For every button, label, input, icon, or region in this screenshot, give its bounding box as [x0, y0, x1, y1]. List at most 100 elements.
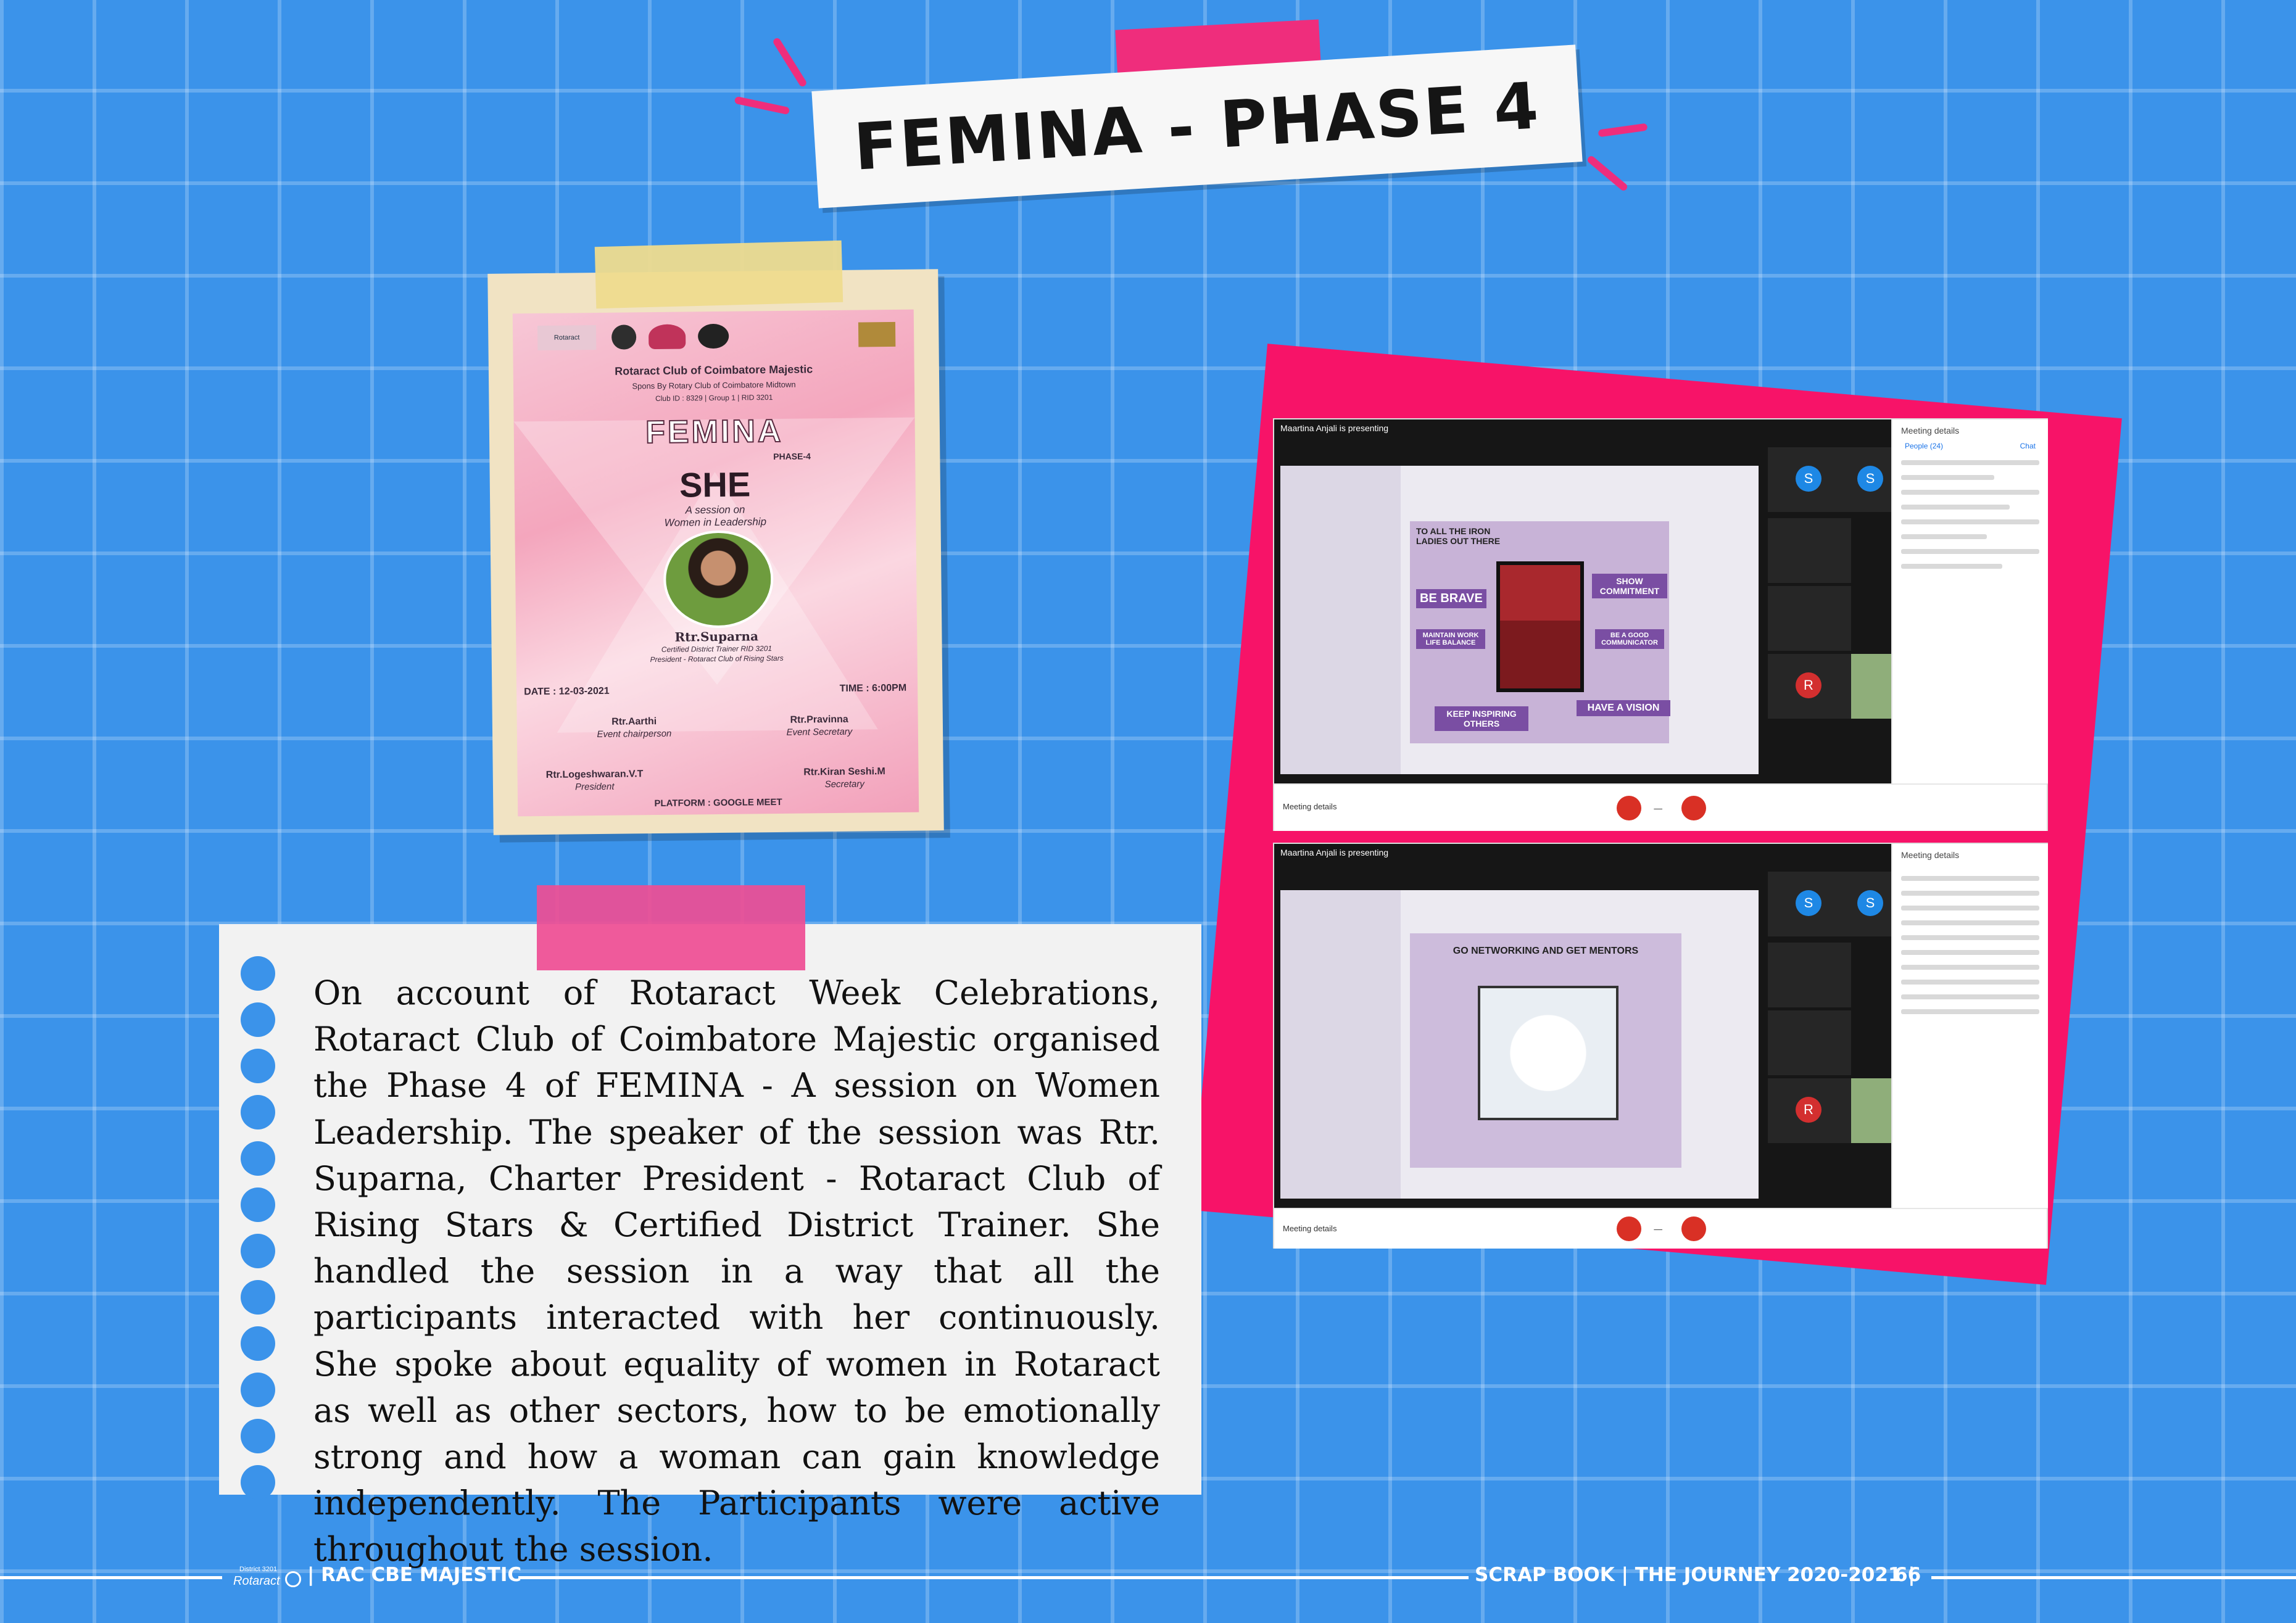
meet-control-bar: Meeting details ⏤	[1274, 1208, 2047, 1249]
participant-tile: S	[1851, 447, 1891, 512]
title-banner: FEMINA - PHASE 4	[811, 44, 1583, 209]
slide-content: GO NETWORKING AND GET MENTORS	[1410, 933, 1681, 1168]
chat-message	[1901, 505, 2010, 510]
anniversary-logo	[858, 321, 896, 347]
participant-video	[1851, 1078, 1891, 1143]
poster-president-name: Rtr.Logeshwaran.V.T	[545, 769, 644, 780]
footer-rule-right	[1931, 1576, 2296, 1579]
participant-tile	[1768, 518, 1851, 583]
binder-hole	[241, 1326, 275, 1361]
participant-tile: R	[1768, 654, 1851, 719]
participant-tile: S	[1768, 872, 1851, 936]
shared-slide: TO ALL THE IRON LADIES OUT THERE BE BRAV…	[1280, 466, 1759, 774]
panel-title: Meeting details	[1901, 850, 1960, 860]
chat-message	[1901, 519, 2039, 524]
binder-hole	[241, 1234, 275, 1268]
chat-message	[1901, 564, 2002, 569]
meet-stage: Maartina Anjali is presenting TO ALL THE…	[1274, 419, 1891, 783]
avatar: S	[1857, 466, 1883, 492]
meeting-details-panel: Meeting details	[1891, 844, 2048, 1208]
binder-hole	[241, 1465, 275, 1500]
event-poster: Rotaract Rotaract Club of Coimbatore Maj…	[512, 309, 919, 817]
meet-control-bar: Meeting details ⏤	[1274, 783, 2047, 831]
slide-heading: GO NETWORKING AND GET MENTORS	[1453, 946, 1639, 956]
binder-hole	[241, 956, 275, 991]
poster-event-name: FEMINA	[645, 413, 784, 451]
slide-thumbnails	[1280, 466, 1401, 774]
meet-screenshot-2: Maartina Anjali is presenting GO NETWORK…	[1274, 844, 2048, 1249]
participant-row	[1901, 920, 2039, 925]
article-tape	[537, 885, 805, 970]
article-body: On account of Rotaract Week Celebrations…	[313, 973, 1160, 1569]
meeting-details-link[interactable]: Meeting details	[1283, 1224, 1337, 1233]
page-number: 66	[1894, 1564, 1921, 1586]
participant-tile	[1768, 1010, 1851, 1075]
hangup-icon[interactable]: ⏤	[1654, 1223, 1662, 1236]
poster-platform: PLATFORM : GOOGLE MEET	[654, 796, 782, 809]
poster-club-secretary-role: Secretary	[824, 778, 864, 790]
chat-message	[1901, 490, 2039, 495]
participant-tile	[1768, 943, 1851, 1007]
poster-secretary-role: Event Secretary	[786, 726, 853, 738]
avatar: R	[1796, 672, 1821, 698]
partner-logo	[611, 324, 637, 350]
participant-row	[1901, 891, 2039, 896]
title-dash-decoration	[734, 96, 790, 115]
footer-right-text: SCRAP BOOK | THE JOURNEY 2020-2021 |	[1475, 1564, 1915, 1586]
chat-message	[1901, 460, 2039, 465]
slide-photo	[1496, 561, 1584, 692]
tab-chat[interactable]: Chat	[2020, 442, 2036, 450]
meeting-details-panel: Meeting details People (24) Chat	[1891, 419, 2048, 783]
hangup-icon[interactable]: ⏤	[1654, 802, 1662, 815]
title-dash-decoration	[772, 36, 808, 88]
footer-rule-left	[0, 1576, 222, 1579]
camera-off-button[interactable]	[1681, 796, 1706, 820]
binder-hole	[241, 1373, 275, 1407]
slide-thumbnails	[1280, 890, 1401, 1199]
participant-row	[1901, 935, 2039, 940]
mic-off-button[interactable]	[1617, 1216, 1641, 1241]
avatar: S	[1857, 890, 1883, 916]
poster-secretary-name: Rtr.Pravinna	[790, 714, 848, 725]
poster-club-secretary-name: Rtr.Kiran Seshi.M	[803, 766, 885, 778]
poster-club-ids: Club ID : 8329 | Group 1 | RID 3201	[655, 393, 773, 403]
participant-row	[1901, 965, 2039, 970]
chat-message	[1901, 549, 2039, 554]
lotus-logo	[648, 324, 686, 350]
slide-box-brave: BE BRAVE	[1416, 589, 1486, 608]
meet-screenshot-1: Maartina Anjali is presenting TO ALL THE…	[1274, 419, 2048, 831]
poster-phase: PHASE-4	[773, 451, 811, 462]
rotaract-wheel-icon	[285, 1571, 301, 1587]
binder-hole	[241, 1419, 275, 1453]
camera-off-button[interactable]	[1681, 1216, 1706, 1241]
meeting-details-link[interactable]: Meeting details	[1283, 802, 1337, 811]
poster-chair-name: Rtr.Aarthi	[611, 716, 657, 727]
chat-message	[1901, 534, 1987, 539]
poster-tape	[594, 240, 843, 309]
club-logo	[697, 323, 729, 349]
footer-logo: Rotaract	[233, 1574, 280, 1588]
participant-row	[1901, 906, 2039, 911]
slide-box-commitment: SHOW COMMITMENT	[1592, 574, 1667, 598]
presenting-label: Maartina Anjali is presenting	[1280, 848, 1389, 857]
tab-people[interactable]: People (24)	[1905, 442, 1943, 450]
poster-time: TIME : 6:00PM	[839, 682, 907, 694]
chat-message	[1901, 475, 1995, 480]
avatar: S	[1796, 466, 1821, 492]
participant-row	[1901, 876, 2039, 881]
panel-title: Meeting details	[1901, 426, 1960, 436]
binder-hole	[241, 1187, 275, 1222]
participant-row	[1901, 994, 2039, 999]
poster-president-role: President	[575, 781, 615, 793]
mic-off-button[interactable]	[1617, 796, 1641, 820]
slide-box-communicator: BE A GOOD COMMUNICATOR	[1595, 629, 1664, 649]
footer-rule-middle	[518, 1576, 1469, 1579]
shared-slide: GO NETWORKING AND GET MENTORS	[1280, 890, 1759, 1199]
network-image	[1478, 986, 1618, 1120]
slide-box-balance: MAINTAIN WORK LIFE BALANCE	[1416, 629, 1485, 649]
page-title: FEMINA - PHASE 4	[852, 68, 1543, 185]
binder-hole	[241, 1141, 275, 1176]
participant-row	[1901, 1009, 2039, 1014]
binder-hole	[241, 1002, 275, 1037]
title-dash-decoration	[1598, 123, 1648, 138]
